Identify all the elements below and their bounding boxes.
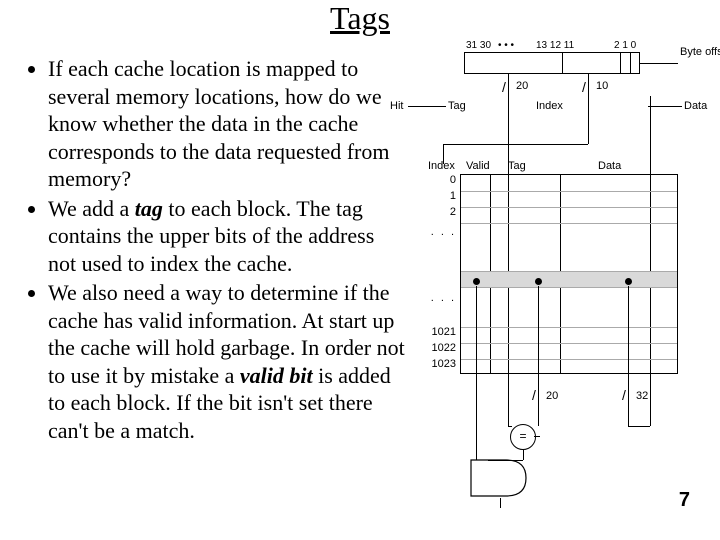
addr-div-2 [620,52,621,74]
bit-tick-mid: 13 12 11 [536,40,574,51]
addr-div-3 [630,52,631,74]
hdr-tag: Tag [508,160,526,172]
bullet-1: If each cache location is mapped to seve… [48,55,407,193]
byte-offset-text: Byte offset [680,46,720,58]
row-ell-1: . . . [428,226,456,238]
data-join-h [628,426,650,427]
hdr-data: Data [598,160,621,172]
tag-bus-width: 20 [546,390,558,402]
row-1022: 1022 [428,342,456,354]
bullet-3: We also need a way to determine if the c… [48,279,407,444]
index-slash: / [582,80,586,94]
body-text: If each cache location is mapped to seve… [22,55,407,446]
bit-tick-lo: 2 1 0 [614,40,636,51]
data-bus-width: 32 [636,390,648,402]
hdr-index: Index [428,160,455,172]
data-bus-slash: / [622,388,626,402]
hit-label: Hit [390,100,403,112]
addr-div-1 [562,52,563,74]
bit-tick-hi: 31 30 [466,40,491,51]
hit-wire-h [408,106,446,107]
address-bar [464,52,640,74]
hdr-valid: Valid [466,160,490,172]
and-gate [466,458,536,498]
valid-tap-dot [473,278,480,285]
valid-tap-v [476,286,477,462]
slide: Tags If each cache location is mapped to… [0,0,720,540]
byte-offset-label: Byte offset [680,46,720,58]
and-out-v [500,498,501,508]
index-down [588,74,589,96]
tag-bus-slash: / [532,388,536,402]
row-2: 2 [428,206,456,218]
row-0: 0 [428,174,456,186]
tag-down [508,74,509,96]
tagfield-tap-v [538,286,539,426]
page-number: 7 [679,489,690,512]
bit-dots: • • • [498,40,514,51]
row-1: 1 [428,190,456,202]
byte-offset-wire [640,63,678,64]
data-wire-h [648,106,682,107]
index-label: Index [536,100,563,112]
cache-diagram: 31 30 13 12 11 2 1 0 • • • Byte offset /… [388,40,710,510]
tag-label: Tag [448,100,466,112]
tag-width: 20 [516,80,528,92]
data-tap-dot [625,278,632,285]
tag-slash: / [502,80,506,94]
datafield-tap-v [628,286,629,426]
row-1021: 1021 [428,326,456,338]
index-width: 10 [596,80,608,92]
index-bus-v [588,96,589,144]
bullet-2: We add a tag to each block. The tag cont… [48,195,407,278]
tag-tap-dot [535,278,542,285]
index-bus-h [443,144,588,145]
highlight-row [461,271,677,287]
data-label: Data [684,100,707,112]
page-title: Tags [0,0,720,37]
row-1023: 1023 [428,358,456,370]
comparator: = [510,424,536,450]
cache-table [460,174,678,374]
row-ell-2: . . . [428,292,456,304]
